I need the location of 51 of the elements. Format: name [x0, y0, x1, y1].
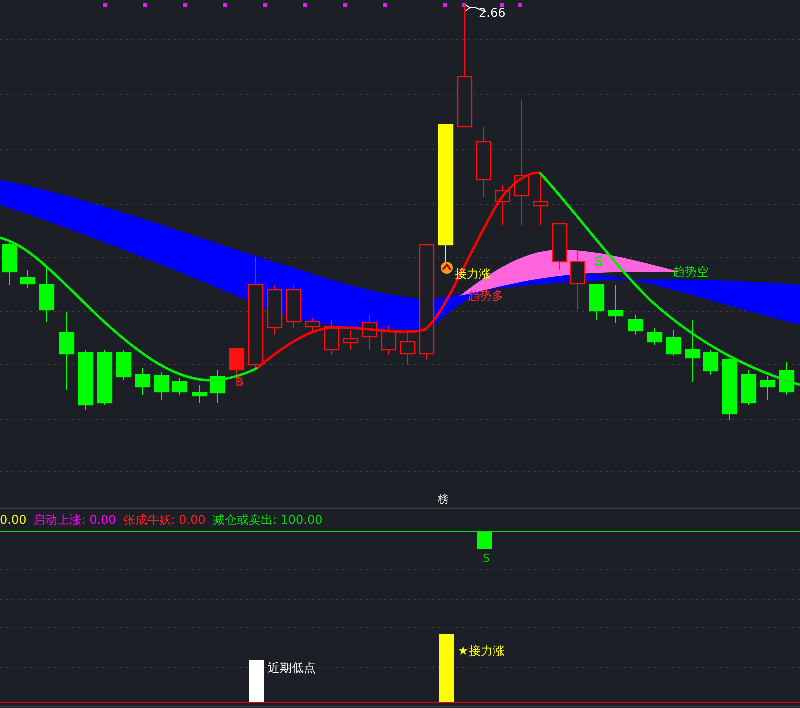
- up-arrow-icon: [441, 262, 453, 274]
- candlestick: [589, 284, 605, 320]
- buy-mark: B: [236, 376, 244, 389]
- candlestick: [192, 384, 208, 404]
- candlestick: [381, 326, 397, 356]
- candlestick: [608, 284, 624, 324]
- low-point-bar: [249, 660, 264, 702]
- candlestick: [172, 378, 188, 396]
- candlestick: [476, 126, 492, 198]
- sell-mark: S: [595, 255, 604, 270]
- candlestick: [135, 368, 151, 396]
- candlestick: [267, 284, 283, 336]
- candlestick: [343, 330, 359, 350]
- relay-bar: [439, 634, 454, 702]
- candlestick: [760, 376, 776, 400]
- candlestick: [552, 223, 568, 270]
- candlestick: [78, 350, 94, 410]
- candlestick: [305, 318, 321, 332]
- candlestick: [703, 350, 719, 376]
- relay-signal-label: ★接力涨: [458, 644, 505, 658]
- sell-mark: S: [483, 552, 490, 565]
- candlestick: [741, 370, 757, 406]
- candlestick: [324, 320, 340, 356]
- sell-signal-bar: [477, 532, 492, 549]
- candlestick: [210, 370, 226, 404]
- indicator-value: 0.00: [0, 512, 27, 528]
- candlestick: [647, 328, 663, 346]
- peak-price-label: 2.66: [479, 6, 506, 20]
- indicator-value: 减仓或卖出: 100.00: [212, 512, 323, 528]
- indicator-value: 启动上涨: 0.00: [34, 512, 116, 528]
- candlestick: [779, 362, 795, 396]
- candlestick: [495, 184, 511, 226]
- candlestick: [286, 284, 302, 328]
- candlestick: [533, 174, 549, 226]
- candlestick: [154, 372, 170, 400]
- candlestick: [116, 350, 132, 380]
- candlestick: [2, 240, 18, 286]
- candlestick: [570, 250, 586, 310]
- candlestick: [362, 314, 378, 350]
- panel-tag: 榜: [438, 493, 449, 507]
- low-point-label: 近期低点: [268, 661, 316, 675]
- candlestick: [685, 320, 701, 382]
- candlestick: [39, 268, 55, 322]
- trend-down-label: 趋势空: [673, 265, 709, 279]
- candlestick: [628, 314, 644, 336]
- candlestick: [97, 350, 113, 406]
- candlestick: [400, 330, 416, 366]
- candlestick: [722, 358, 738, 420]
- candlestick: [20, 270, 36, 288]
- candlestick: [666, 330, 682, 356]
- indicator-value: 张成牛妖: 0.00: [123, 512, 206, 528]
